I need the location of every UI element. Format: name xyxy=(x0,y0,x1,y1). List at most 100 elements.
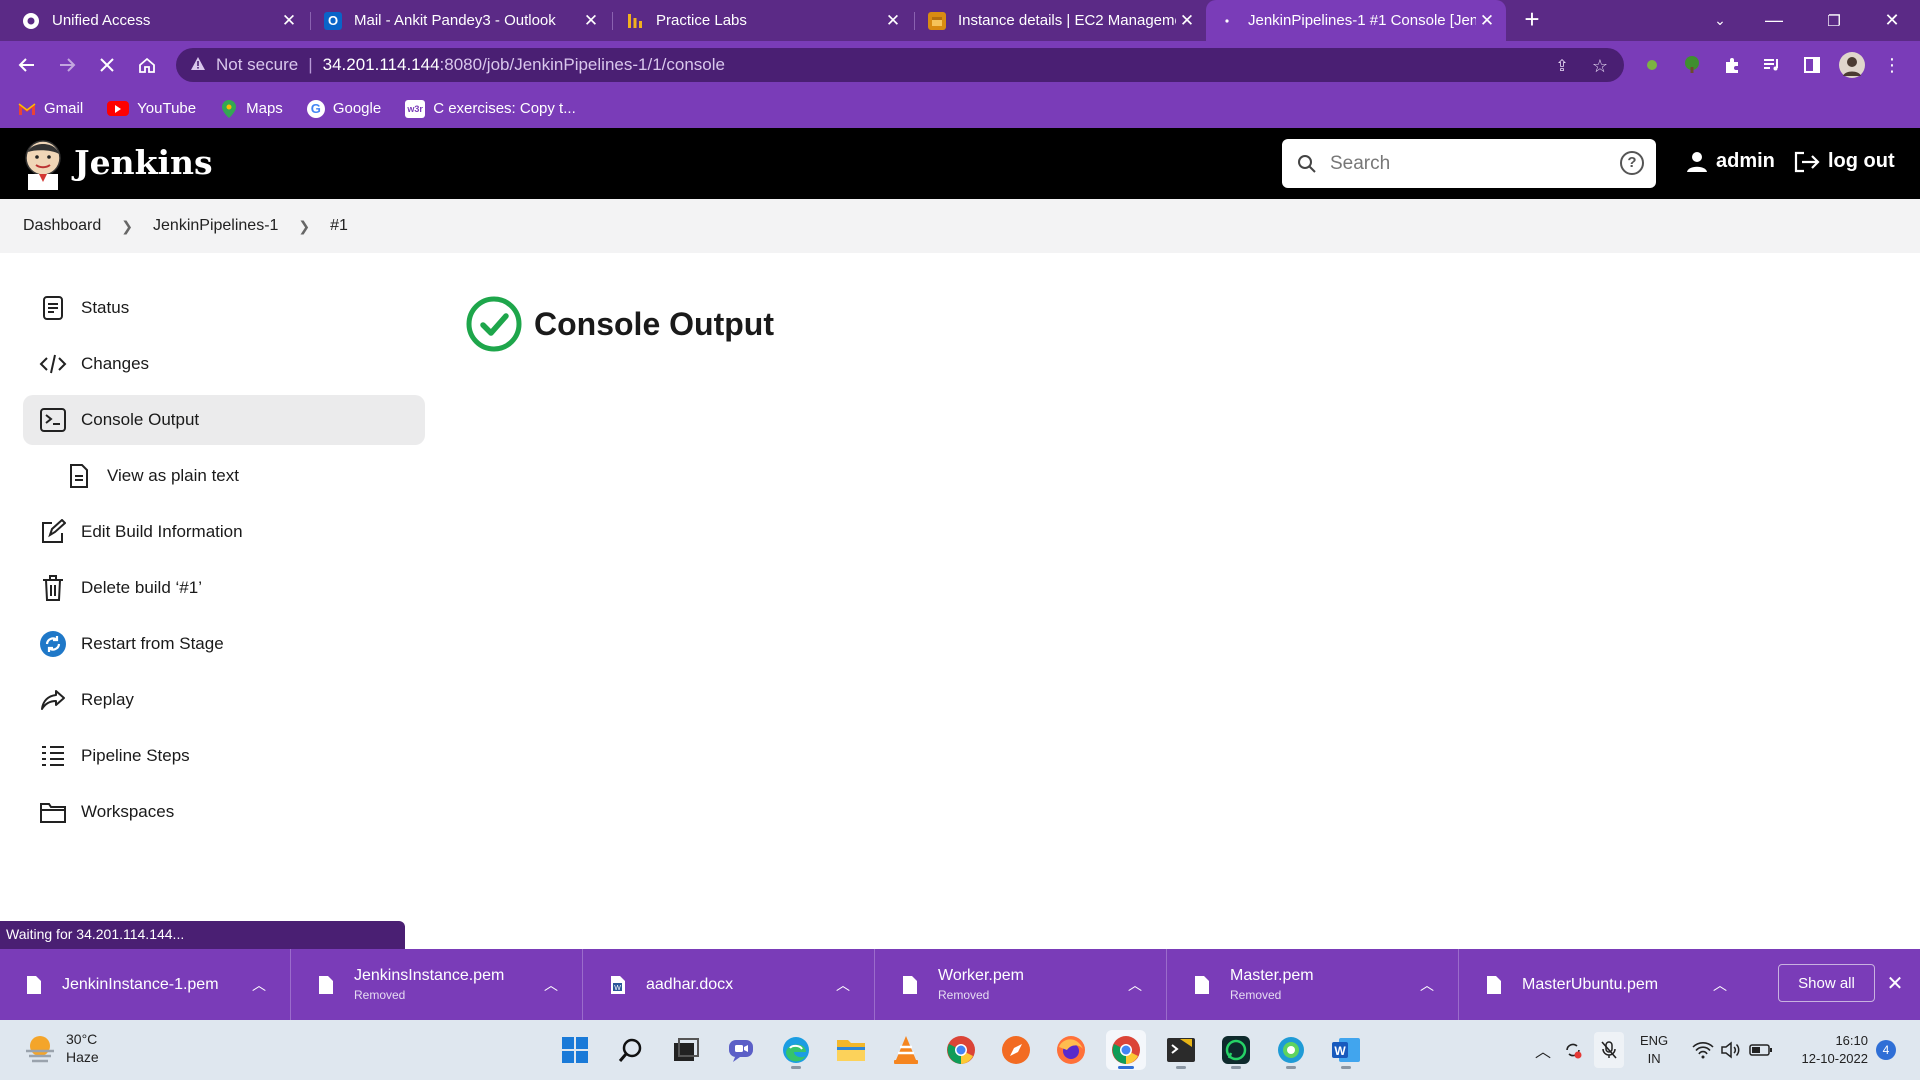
firefox-icon[interactable] xyxy=(1051,1030,1091,1070)
chevron-up-icon[interactable]: ︿ xyxy=(828,975,858,995)
close-icon[interactable]: ✕ xyxy=(1882,971,1908,997)
side-item-label: Workspaces xyxy=(81,802,175,821)
profile-avatar[interactable] xyxy=(1838,51,1866,79)
chevron-up-icon[interactable]: ︿ xyxy=(1412,975,1442,995)
side-item-status[interactable]: Status xyxy=(23,283,425,333)
chevron-up-icon[interactable]: ︿ xyxy=(536,975,566,995)
side-item-restart-stage[interactable]: Restart from Stage xyxy=(23,619,425,669)
side-item-delete-build[interactable]: Delete build ‘#1’ xyxy=(23,563,425,613)
window-close-icon[interactable]: ✕ xyxy=(1864,0,1920,41)
close-icon[interactable]: ✕ xyxy=(1476,11,1498,31)
bookmark-google[interactable]: G Google xyxy=(306,99,381,118)
close-icon[interactable]: ✕ xyxy=(882,11,904,31)
minimize-icon[interactable]: — xyxy=(1746,0,1802,41)
download-name: JenkinsInstance.pem xyxy=(354,967,505,984)
bookmark-star-icon[interactable]: ☆ xyxy=(1590,56,1610,76)
search-icon[interactable] xyxy=(611,1030,651,1070)
stop-loading-icon[interactable] xyxy=(91,49,123,81)
download-item[interactable]: W aadhar.docx ︿ xyxy=(584,949,875,1020)
help-icon[interactable]: ? xyxy=(1620,151,1644,175)
bookmark-label: C exercises: Copy t... xyxy=(433,100,576,117)
terminal-app-icon[interactable] xyxy=(1161,1030,1201,1070)
side-item-replay[interactable]: Replay xyxy=(23,675,425,725)
download-item[interactable]: JenkinInstance-1.pem ︿ xyxy=(0,949,291,1020)
tab-search-icon[interactable]: ⌄ xyxy=(1692,0,1748,41)
vlc-icon[interactable] xyxy=(886,1030,926,1070)
weather-widget[interactable]: 30°C Haze xyxy=(24,1030,99,1066)
side-item-pipeline-steps[interactable]: Pipeline Steps xyxy=(23,731,425,781)
browser-tab-practice-labs[interactable]: Practice Labs ✕ xyxy=(614,0,912,41)
whatsapp-icon[interactable] xyxy=(1216,1030,1256,1070)
extension-dot-icon[interactable] xyxy=(1638,51,1666,79)
browser-menu-icon[interactable]: ⋮ xyxy=(1878,51,1906,79)
share-icon[interactable]: ⇪ xyxy=(1552,56,1572,76)
download-item[interactable]: MasterUbuntu.pem ︿ xyxy=(1460,949,1751,1020)
new-tab-button[interactable]: + xyxy=(1518,6,1546,34)
chevron-up-icon[interactable]: ︿ xyxy=(244,975,274,995)
security-label[interactable]: Not secure xyxy=(216,55,298,75)
teams-chat-icon[interactable] xyxy=(721,1030,761,1070)
close-icon[interactable]: ✕ xyxy=(1176,11,1198,31)
chevron-up-icon[interactable]: ︿ xyxy=(1530,1038,1556,1062)
mic-muted-icon[interactable] xyxy=(1594,1032,1624,1068)
bookmark-gmail[interactable]: Gmail xyxy=(18,100,83,118)
volume-icon[interactable] xyxy=(1718,1038,1744,1062)
home-icon[interactable] xyxy=(131,49,163,81)
extension-tree-icon[interactable] xyxy=(1678,51,1706,79)
wifi-icon[interactable] xyxy=(1690,1038,1716,1062)
media-control-icon[interactable] xyxy=(1758,51,1786,79)
jenkins-search-box[interactable]: ? xyxy=(1282,139,1656,188)
bookmark-youtube[interactable]: YouTube xyxy=(107,100,196,117)
battery-icon[interactable] xyxy=(1748,1038,1774,1062)
language-indicator[interactable]: ENG IN xyxy=(1640,1032,1668,1068)
chevron-right-icon[interactable]: ❯ xyxy=(121,218,133,235)
breadcrumb-dashboard[interactable]: Dashboard xyxy=(23,217,101,235)
download-item[interactable]: JenkinsInstance.pem Removed ︿ xyxy=(292,949,583,1020)
breadcrumb-job[interactable]: JenkinPipelines-1 xyxy=(153,217,278,235)
forward-icon[interactable] xyxy=(51,49,83,81)
side-item-console-output[interactable]: Console Output xyxy=(23,395,425,445)
sync-icon[interactable] xyxy=(1560,1038,1586,1062)
address-bar[interactable]: Not secure | 34.201.114.144:8080/job/Jen… xyxy=(176,48,1624,82)
back-icon[interactable] xyxy=(11,49,43,81)
start-icon[interactable] xyxy=(555,1030,595,1070)
download-item[interactable]: Master.pem Removed ︿ xyxy=(1168,949,1459,1020)
compass-app-icon[interactable] xyxy=(996,1030,1036,1070)
puzzle-icon[interactable] xyxy=(1718,51,1746,79)
side-item-edit-build-info[interactable]: Edit Build Information xyxy=(23,507,425,557)
edge-icon[interactable] xyxy=(776,1030,816,1070)
browser-tab-ec2[interactable]: Instance details | EC2 Manageme ✕ xyxy=(916,0,1206,41)
notification-badge[interactable]: 4 xyxy=(1876,1040,1896,1060)
chrome-icon[interactable] xyxy=(941,1030,981,1070)
side-panel-icon[interactable] xyxy=(1798,51,1826,79)
side-item-plain-text[interactable]: View as plain text xyxy=(23,451,425,501)
system-clock[interactable]: 16:10 12-10-2022 xyxy=(1790,1032,1869,1068)
user-link[interactable]: admin xyxy=(1686,150,1775,173)
restore-icon[interactable]: ❐ xyxy=(1806,0,1862,41)
file-explorer-icon[interactable] xyxy=(831,1030,871,1070)
breadcrumb-build[interactable]: #1 xyxy=(330,217,348,235)
close-icon[interactable]: ✕ xyxy=(278,11,300,31)
loading-icon xyxy=(1218,12,1236,30)
download-item[interactable]: Worker.pem Removed ︿ xyxy=(876,949,1167,1020)
word-icon[interactable]: W xyxy=(1326,1030,1366,1070)
chevron-up-icon[interactable]: ︿ xyxy=(1120,975,1150,995)
search-input[interactable] xyxy=(1330,152,1600,175)
show-all-button[interactable]: Show all xyxy=(1778,964,1875,1002)
chrome-active-icon[interactable] xyxy=(1106,1030,1146,1070)
chevron-up-icon[interactable]: ︿ xyxy=(1705,975,1735,995)
jenkins-logo[interactable] xyxy=(22,138,64,190)
browser-tab-outlook[interactable]: O Mail - Ankit Pandey3 - Outlook ✕ xyxy=(312,0,610,41)
task-view-icon[interactable] xyxy=(666,1030,706,1070)
browser-tab-unified-access[interactable]: Unified Access ✕ xyxy=(10,0,308,41)
browser-tab-jenkins-console[interactable]: JenkinPipelines-1 #1 Console [Jen ✕ xyxy=(1206,0,1506,41)
jenkins-brand[interactable]: Jenkins xyxy=(74,143,213,182)
logout-link[interactable]: log out xyxy=(1794,150,1895,173)
side-item-workspaces[interactable]: Workspaces xyxy=(23,787,425,837)
bookmark-c-exercises[interactable]: w3r C exercises: Copy t... xyxy=(405,99,576,118)
side-item-changes[interactable]: Changes xyxy=(23,339,425,389)
bookmark-maps[interactable]: Maps xyxy=(220,99,283,118)
cloud-app-icon[interactable] xyxy=(1271,1030,1311,1070)
close-icon[interactable]: ✕ xyxy=(580,11,602,31)
chevron-right-icon[interactable]: ❯ xyxy=(298,218,310,235)
